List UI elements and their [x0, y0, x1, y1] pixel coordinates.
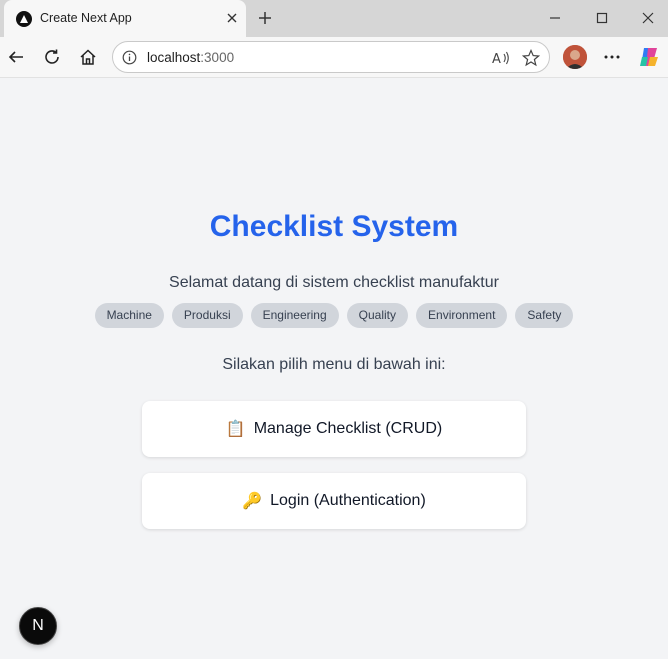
tag-engineering: Engineering [250, 303, 339, 328]
profile-avatar[interactable] [563, 45, 587, 69]
back-icon[interactable] [4, 45, 28, 69]
page-content: Checklist System Selamat datang di siste… [0, 78, 668, 659]
login-label: Login (Authentication) [270, 492, 426, 509]
key-icon: 🔑 [242, 493, 263, 510]
maximize-icon[interactable] [588, 6, 616, 30]
tag-quality: Quality [346, 303, 409, 328]
reload-icon[interactable] [40, 45, 64, 69]
svg-text:A: A [492, 52, 501, 66]
manage-checklist-button[interactable]: 📋 Manage Checklist (CRUD) [142, 401, 526, 457]
site-info-icon[interactable] [121, 49, 137, 65]
nextjs-favicon-icon [16, 11, 32, 27]
browser-toolbar: localhost:3000 A [0, 37, 668, 78]
new-tab-icon[interactable] [255, 8, 275, 28]
nextjs-logo-icon: N [32, 617, 44, 634]
page-subtitle: Selamat datang di sistem checklist manuf… [169, 274, 499, 291]
clipboard-icon: 📋 [225, 421, 246, 438]
read-aloud-icon[interactable]: A [491, 48, 511, 68]
tag-machine: Machine [94, 303, 164, 328]
copilot-icon[interactable] [637, 45, 661, 69]
tag-environment: Environment [416, 303, 508, 328]
tab-close-icon[interactable] [224, 10, 240, 26]
page-title: Checklist System [209, 210, 459, 243]
tag-safety: Safety [515, 303, 574, 328]
more-options-icon[interactable] [600, 45, 624, 69]
url-port: :3000 [200, 50, 235, 65]
tab-title: Create Next App [40, 11, 132, 25]
favorite-star-icon[interactable] [521, 48, 541, 68]
minimize-icon[interactable] [541, 6, 569, 30]
address-bar[interactable]: localhost:3000 A [112, 41, 550, 73]
home-icon[interactable] [76, 45, 100, 69]
url-host: localhost [147, 50, 201, 65]
manage-checklist-label: Manage Checklist (CRUD) [253, 420, 443, 437]
tag-produksi: Produksi [171, 303, 243, 328]
nextjs-dev-indicator[interactable]: N [19, 607, 57, 645]
browser-tabstrip: Create Next App [0, 0, 668, 37]
url-text: localhost:3000 [147, 50, 234, 65]
login-button[interactable]: 🔑 Login (Authentication) [142, 473, 526, 529]
category-tags: Machine Produksi Engineering Quality Env… [0, 303, 668, 328]
browser-tab[interactable]: Create Next App [4, 0, 246, 37]
close-window-icon[interactable] [634, 6, 662, 30]
menu-prompt: Silakan pilih menu di bawah ini: [222, 356, 446, 373]
